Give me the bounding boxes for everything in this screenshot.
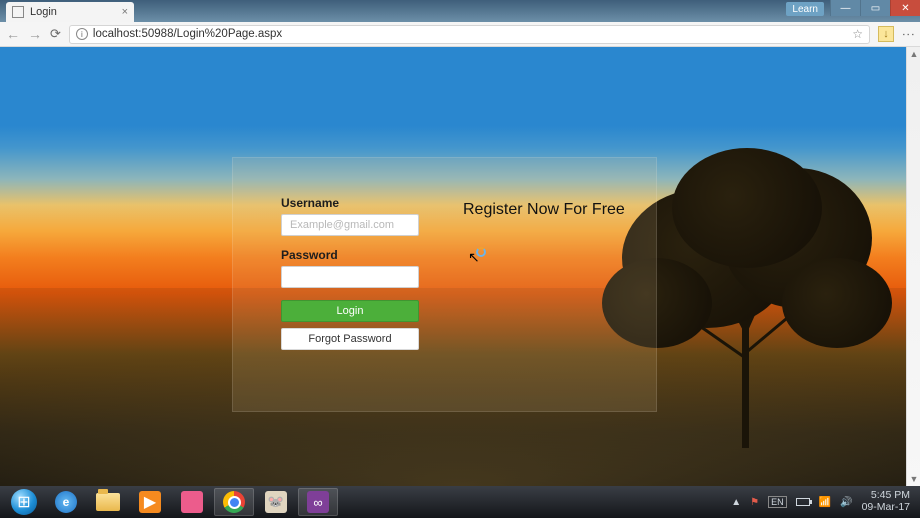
gimp-icon: 🐭 xyxy=(265,491,287,513)
browser-toolbar: ← → ⟳ i localhost:50988/Login%20Page.asp… xyxy=(0,22,920,47)
language-indicator[interactable]: EN xyxy=(768,496,787,508)
page-icon xyxy=(12,6,24,18)
username-label: Username xyxy=(281,196,435,210)
address-bar[interactable]: i localhost:50988/Login%20Page.aspx ☆ xyxy=(69,25,870,44)
nav-back-button[interactable]: ← xyxy=(6,26,20,42)
window-maximize-button[interactable]: ▭ xyxy=(860,0,890,16)
folder-icon xyxy=(96,493,120,511)
visual-studio-icon: ∞ xyxy=(307,491,329,513)
download-indicator-icon[interactable]: ↓ xyxy=(878,26,894,42)
url-text: localhost:50988/Login%20Page.aspx xyxy=(93,28,282,40)
register-heading: Register Now For Free xyxy=(463,200,638,220)
chrome-icon xyxy=(223,491,245,513)
forgot-password-label: Forgot Password xyxy=(308,333,391,345)
browser-tab[interactable]: Login × xyxy=(6,2,134,22)
login-card: Username Password Login Forgot Password … xyxy=(232,157,657,412)
battery-icon[interactable] xyxy=(796,498,810,506)
forgot-password-button[interactable]: Forgot Password xyxy=(281,328,419,350)
taskbar-gimp[interactable]: 🐭 xyxy=(256,488,296,516)
window-minimize-button[interactable]: — xyxy=(830,0,860,16)
taskbar-explorer[interactable] xyxy=(88,488,128,516)
tray-overflow-icon[interactable]: ▲ xyxy=(731,497,741,508)
start-button[interactable]: ⊞ xyxy=(4,488,44,516)
windows-orb-icon: ⊞ xyxy=(11,489,37,515)
taskbar-clock[interactable]: 5:45 PM 09-Mar-17 xyxy=(862,490,910,513)
taskbar: ⊞ e ▶ 🐭 ∞ ▲ ⚑ EN 5:45 PM 09-Mar-17 xyxy=(0,486,920,518)
scroll-down-icon[interactable]: ▼ xyxy=(907,472,920,486)
vertical-scrollbar[interactable]: ▲ ▼ xyxy=(906,47,920,486)
site-info-icon[interactable]: i xyxy=(76,28,88,40)
learn-badge[interactable]: Learn xyxy=(786,2,824,16)
taskbar-visual-studio[interactable]: ∞ xyxy=(298,488,338,516)
loading-spinner-icon xyxy=(476,247,486,257)
window-close-button[interactable]: ✕ xyxy=(890,0,920,16)
password-input[interactable] xyxy=(281,266,419,288)
taskbar-app-pink[interactable] xyxy=(172,488,212,516)
nav-forward-button[interactable]: → xyxy=(28,26,42,42)
taskbar-media-player[interactable]: ▶ xyxy=(130,488,170,516)
network-icon[interactable] xyxy=(819,497,831,508)
page-viewport: Username Password Login Forgot Password … xyxy=(0,47,920,486)
pink-app-icon xyxy=(181,491,203,513)
username-input[interactable] xyxy=(281,214,419,236)
volume-icon[interactable] xyxy=(840,497,852,508)
scroll-up-icon[interactable]: ▲ xyxy=(907,47,920,61)
taskbar-ie[interactable]: e xyxy=(46,488,86,516)
nav-reload-button[interactable]: ⟳ xyxy=(50,26,61,42)
tab-title: Login xyxy=(30,6,57,18)
browser-menu-button[interactable]: ⋮ xyxy=(900,28,916,40)
bookmark-star-icon[interactable]: ☆ xyxy=(852,27,863,41)
password-label: Password xyxy=(281,248,435,262)
login-button-label: Login xyxy=(337,305,364,317)
play-icon: ▶ xyxy=(139,491,161,513)
tab-close-icon[interactable]: × xyxy=(122,6,128,18)
login-button[interactable]: Login xyxy=(281,300,419,322)
browser-tabstrip: Login × Learn — ▭ ✕ xyxy=(0,0,920,22)
action-center-icon[interactable]: ⚑ xyxy=(750,497,759,508)
ie-icon: e xyxy=(55,491,77,513)
clock-date: 09-Mar-17 xyxy=(862,502,910,514)
taskbar-chrome[interactable] xyxy=(214,488,254,516)
system-tray: ▲ ⚑ EN 5:45 PM 09-Mar-17 xyxy=(731,490,916,513)
